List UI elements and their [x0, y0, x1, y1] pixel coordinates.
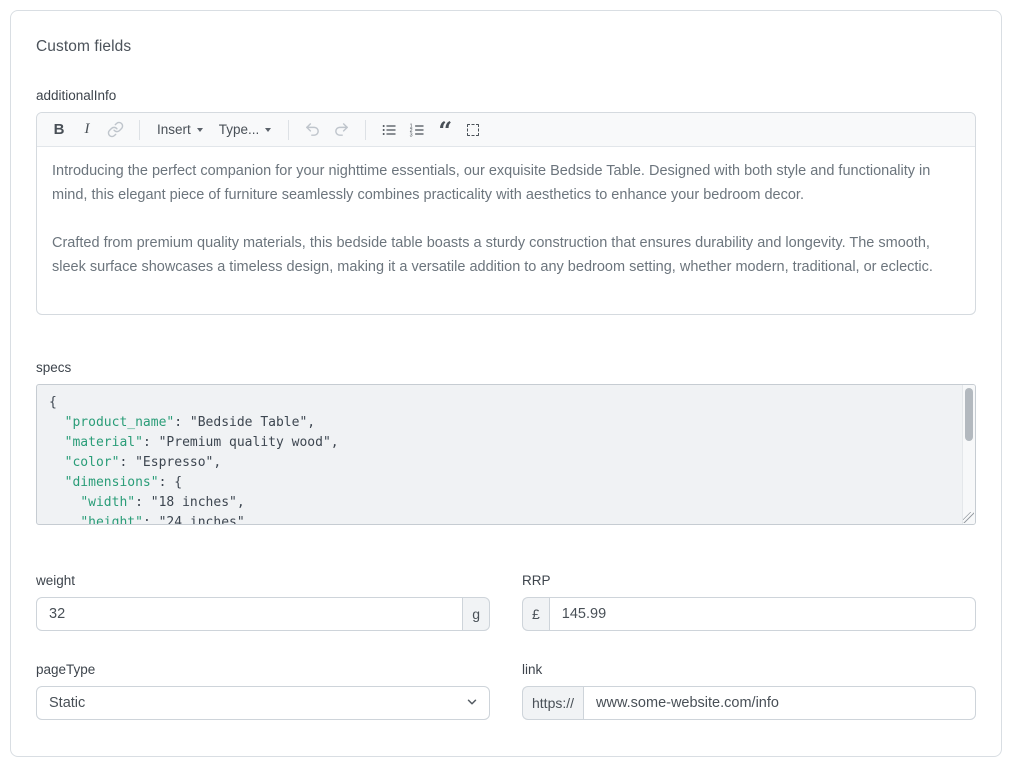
code-line: "dimensions": { — [49, 473, 951, 493]
code-line: "width": "18 inches", — [49, 493, 951, 513]
code-line: "color": "Espresso", — [49, 453, 951, 473]
italic-button[interactable]: I — [74, 117, 100, 143]
additional-info-label: additionalInfo — [36, 88, 976, 103]
currency-addon: £ — [522, 597, 549, 631]
type-dropdown-label: Type... — [219, 122, 260, 137]
svg-text:3: 3 — [410, 132, 413, 138]
type-dropdown[interactable]: Type... — [212, 117, 279, 143]
code-line: "material": "Premium quality wood", — [49, 433, 951, 453]
link-button[interactable] — [102, 117, 129, 143]
scrollbar-thumb[interactable] — [965, 388, 973, 441]
weight-label: weight — [36, 573, 490, 588]
weight-unit-addon: g — [463, 597, 490, 631]
resize-grip-icon[interactable] — [963, 512, 974, 523]
blockquote-button[interactable]: “ — [432, 117, 458, 143]
code-line: { — [49, 393, 951, 413]
specs-code-editor[interactable]: { "product_name": "Bedside Table", "mate… — [36, 384, 976, 525]
page-type-select[interactable]: Static — [36, 686, 490, 720]
protocol-addon: https:// — [522, 686, 583, 720]
page-type-label: pageType — [36, 662, 490, 677]
code-line: "height": "24 inches", — [49, 513, 951, 525]
page-type-field: pageType Static — [36, 662, 490, 720]
rich-text-content[interactable]: Introducing the perfect companion for yo… — [37, 147, 975, 314]
undo-button[interactable] — [299, 117, 326, 143]
rich-text-editor: B I Insert Type... — [36, 112, 976, 315]
redo-icon — [333, 121, 350, 138]
weight-input[interactable] — [36, 597, 463, 631]
bullet-list-icon — [381, 122, 397, 138]
link-icon — [107, 121, 124, 138]
dashed-square-icon — [467, 124, 479, 136]
undo-icon — [304, 121, 321, 138]
weight-field: weight g — [36, 573, 490, 631]
link-input[interactable] — [583, 686, 976, 720]
rrp-field: RRP £ — [522, 573, 976, 631]
numbered-list-icon: 1 2 3 — [409, 122, 425, 138]
caret-down-icon — [265, 128, 271, 132]
scrollbar-track[interactable] — [962, 385, 975, 524]
paragraph: Crafted from premium quality materials, … — [52, 231, 960, 279]
rrp-label: RRP — [522, 573, 976, 588]
link-label: link — [522, 662, 976, 677]
toolbar-separator — [288, 120, 289, 140]
bold-button[interactable]: B — [46, 117, 72, 143]
paragraph: Introducing the perfect companion for yo… — [52, 159, 960, 207]
blockquote-icon: “ — [438, 126, 452, 140]
link-field: link https:// — [522, 662, 976, 720]
redo-button[interactable] — [328, 117, 355, 143]
additional-info-field: additionalInfo B I Insert — [36, 88, 976, 315]
toolbar-separator — [139, 120, 140, 140]
panel-title: Custom fields — [36, 38, 976, 56]
insert-dropdown-label: Insert — [157, 122, 191, 137]
insert-dropdown[interactable]: Insert — [150, 117, 210, 143]
specs-field: specs { "product_name": "Bedside Table",… — [36, 360, 976, 525]
editor-toolbar: B I Insert Type... — [37, 113, 975, 147]
rrp-input[interactable] — [549, 597, 976, 631]
caret-down-icon — [197, 128, 203, 132]
numbered-list-button[interactable]: 1 2 3 — [404, 117, 430, 143]
block-button[interactable] — [460, 117, 486, 143]
toolbar-separator — [365, 120, 366, 140]
specs-label: specs — [36, 360, 976, 375]
custom-fields-panel: Custom fields additionalInfo B I Inse — [10, 10, 1002, 757]
bullet-list-button[interactable] — [376, 117, 402, 143]
code-line: "product_name": "Bedside Table", — [49, 413, 951, 433]
